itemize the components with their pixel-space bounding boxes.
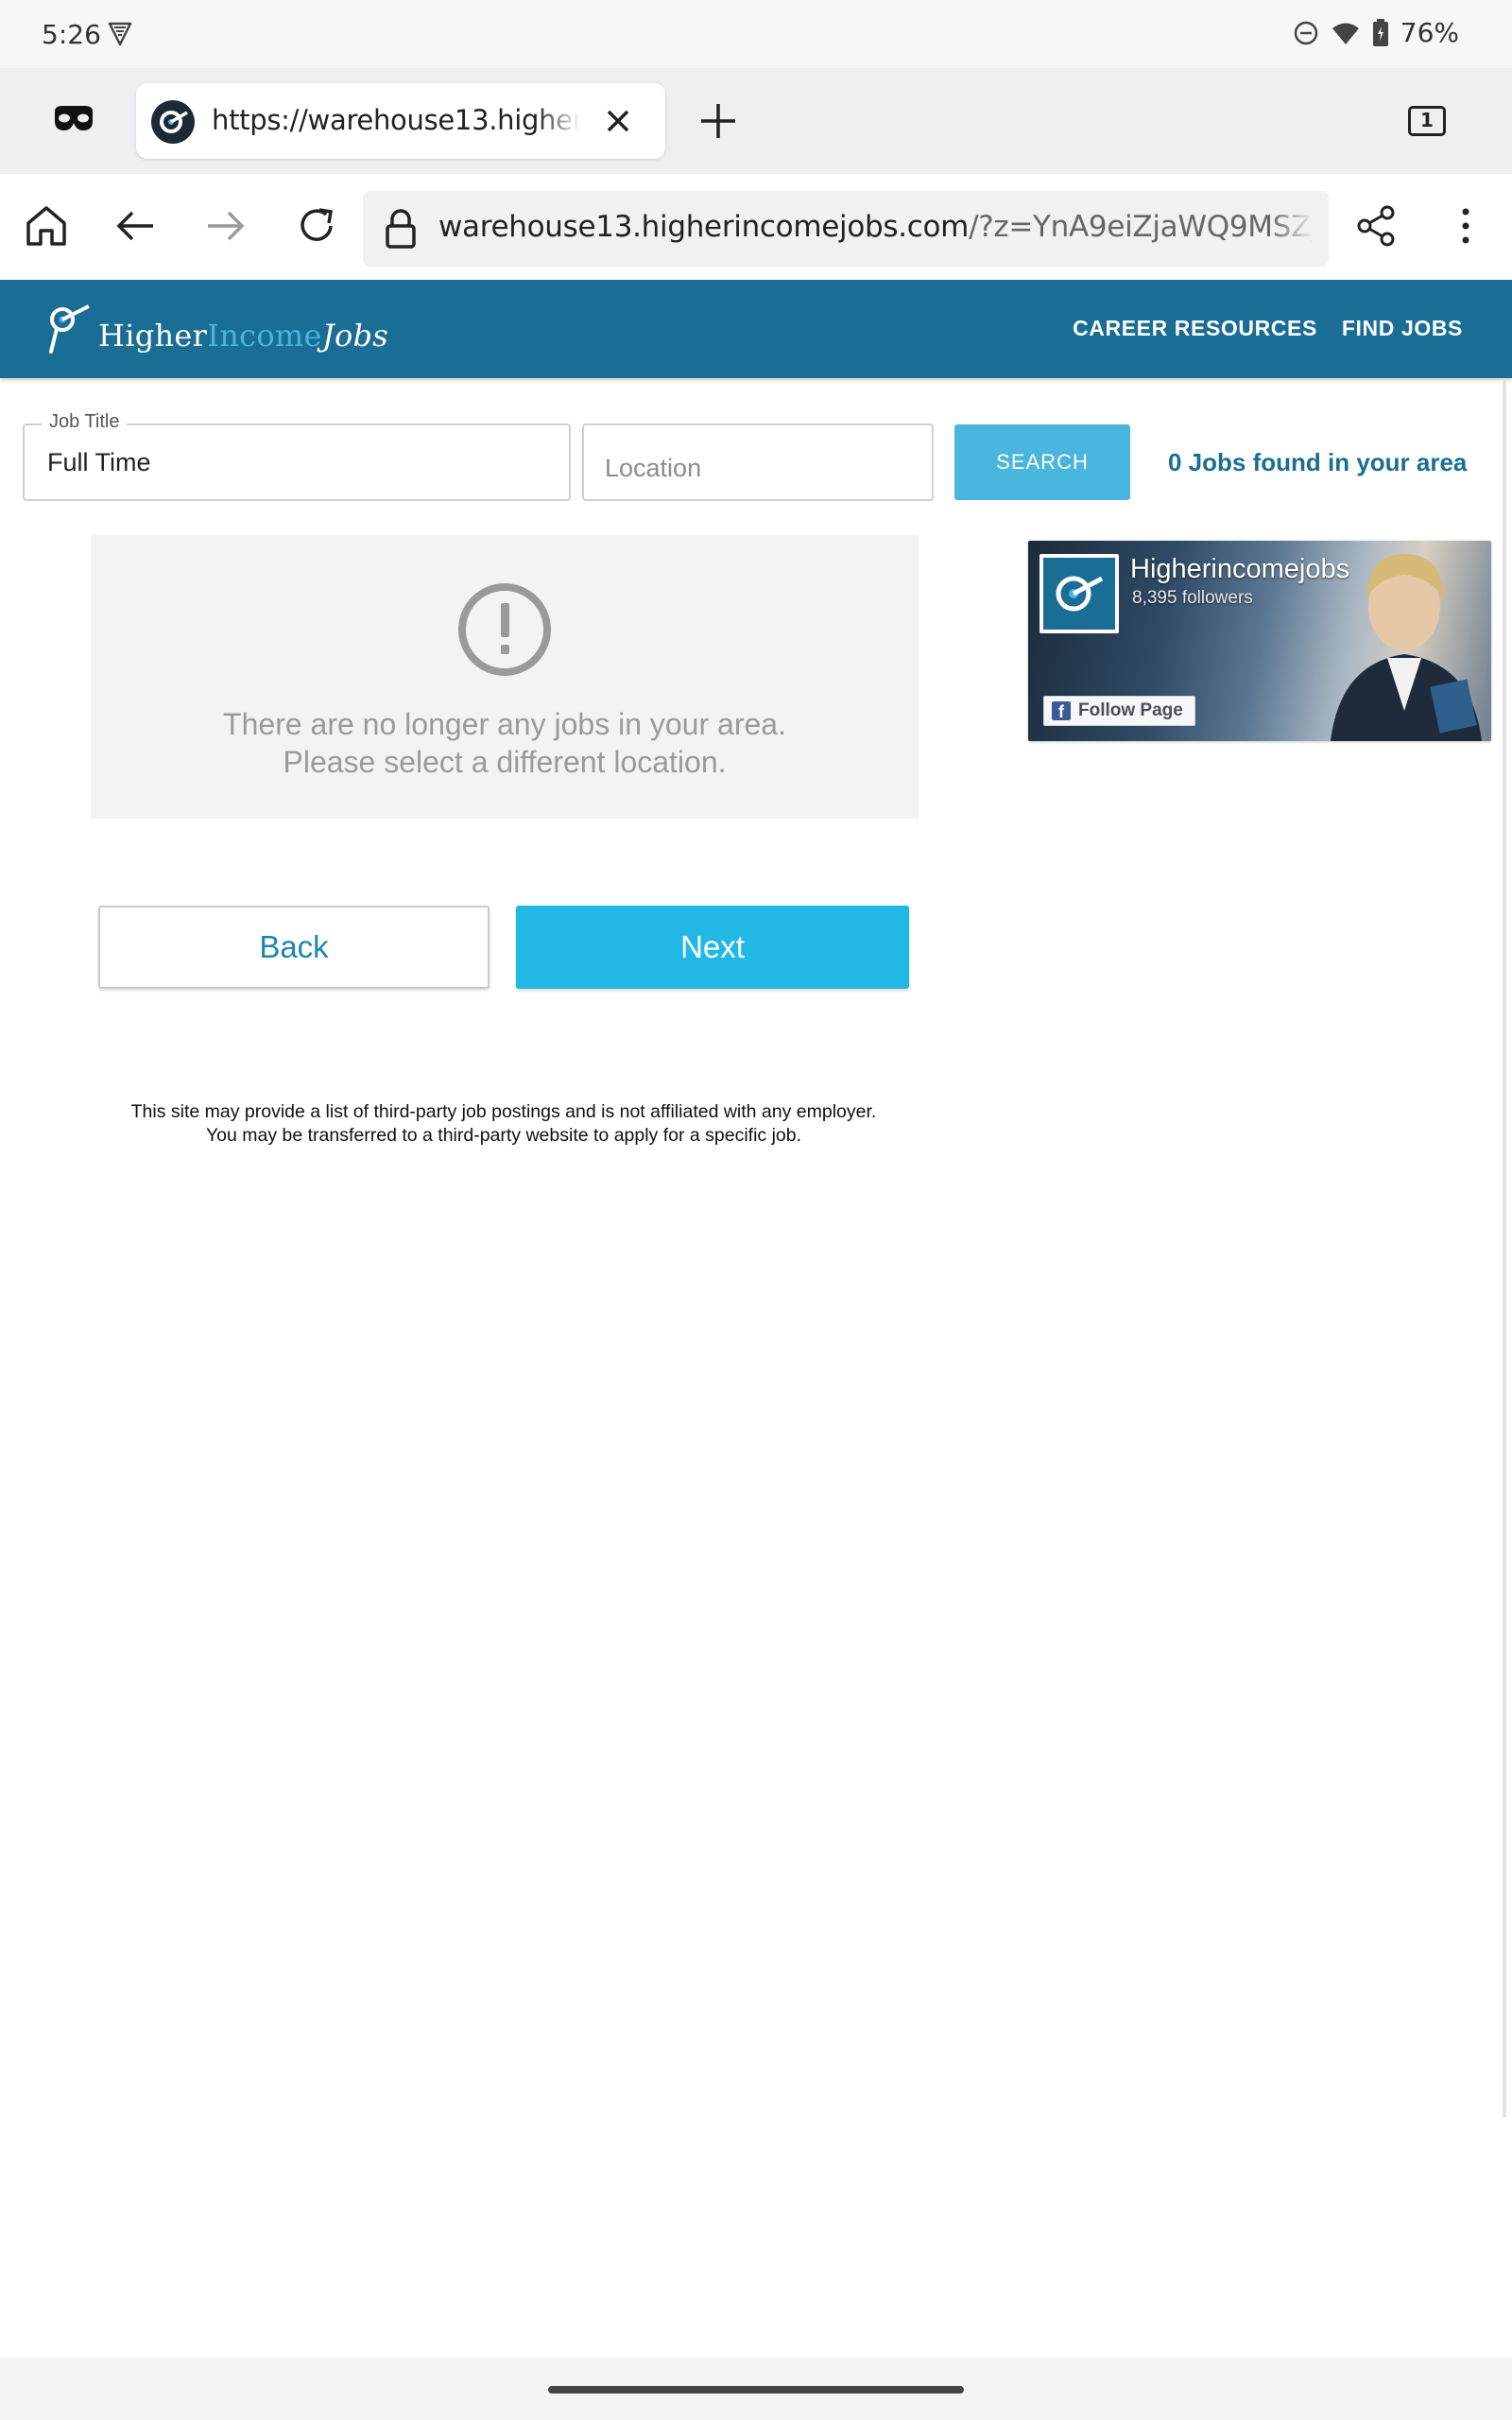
nav-find-jobs[interactable]: FIND JOBS xyxy=(1342,316,1463,341)
more-vert-icon[interactable] xyxy=(1442,202,1489,250)
home-gesture-pill[interactable] xyxy=(548,2386,964,2394)
system-nav-bar xyxy=(0,2358,1512,2420)
fb-follow-button[interactable]: f Follow Page xyxy=(1043,696,1195,726)
battery-percent: 76% xyxy=(1400,17,1459,48)
exclamation-circle-icon xyxy=(458,583,551,676)
back-button[interactable]: Back xyxy=(98,906,490,989)
job-title-field[interactable]: Job Title Full Time xyxy=(23,411,571,501)
next-button[interactable]: Next xyxy=(516,906,909,989)
home-icon[interactable] xyxy=(23,202,70,250)
plus-icon[interactable] xyxy=(697,100,739,142)
back-arrow-icon[interactable] xyxy=(112,202,159,250)
fb-followers: 8,395 followers xyxy=(1132,588,1253,608)
browser-tab[interactable]: https://warehouse13.higherincomejobs xyxy=(136,83,665,159)
fb-follow-label: Follow Page xyxy=(1078,700,1183,720)
address-bar[interactable]: warehouse13.higherincomejobs.com/?z=YnA9… xyxy=(363,191,1329,267)
logo-mark-icon xyxy=(49,304,90,354)
location-field[interactable]: Location xyxy=(582,424,934,501)
notice-line-1: There are no longer any jobs in your are… xyxy=(223,707,786,741)
share-icon[interactable] xyxy=(1353,202,1400,250)
tab-title: https://warehouse13.higherincomejobs xyxy=(212,104,580,136)
fb-page-name[interactable]: Higherincomejobs xyxy=(1130,554,1349,585)
location-input[interactable]: Location xyxy=(605,454,701,483)
browser-toolbar: warehouse13.higherincomejobs.com/?z=YnA9… xyxy=(0,174,1512,280)
page-scrollbar[interactable] xyxy=(1503,378,1506,2118)
wifi-icon xyxy=(1332,23,1359,44)
status-bar: 5:26 76% xyxy=(0,0,1512,68)
forward-arrow-icon[interactable] xyxy=(202,202,249,250)
url-text: warehouse13.higherincomejobs.com/?z=YnA9… xyxy=(438,210,1314,244)
tab-count-icon[interactable]: 1 xyxy=(1408,106,1446,136)
disclaimer-text: This site may provide a list of third-pa… xyxy=(130,1101,877,1146)
site-favicon xyxy=(151,100,195,144)
close-icon[interactable] xyxy=(597,100,639,142)
battery-icon xyxy=(1372,18,1388,46)
no-jobs-notice: There are no longer any jobs in your are… xyxy=(91,535,919,819)
nav-career-resources[interactable]: CAREER RESOURCES xyxy=(1073,316,1317,341)
tab-strip: https://warehouse13.higherincomejobs 1 xyxy=(0,68,1512,174)
status-time: 5:26 xyxy=(42,19,101,50)
dnd-icon xyxy=(1294,21,1318,44)
search-button[interactable]: SEARCH xyxy=(954,424,1130,500)
facebook-page-widget[interactable]: Higherincomejobs 8,395 followers f Follo… xyxy=(1028,541,1491,741)
site-logo[interactable]: HigherIncomeJobs xyxy=(45,301,388,357)
job-title-label: Job Title xyxy=(42,411,128,433)
job-title-input[interactable]: Full Time xyxy=(47,448,151,477)
notice-text: There are no longer any jobs in your are… xyxy=(91,705,919,781)
notice-line-2: Please select a different location. xyxy=(283,745,727,779)
incognito-icon[interactable] xyxy=(53,104,94,132)
fb-page-logo xyxy=(1040,554,1119,633)
facebook-icon: f xyxy=(1052,701,1071,721)
site-nav: CAREER RESOURCES FIND JOBS xyxy=(1073,316,1463,341)
url-host: warehouse13.higherincomejobs.com xyxy=(438,210,970,244)
jobs-found-count: 0 Jobs found in your area xyxy=(1168,448,1468,476)
logo-text: HigherIncomeJobs xyxy=(98,318,389,354)
vpn-shield-icon xyxy=(108,22,132,46)
reload-icon[interactable] xyxy=(293,202,340,250)
site-header: HigherIncomeJobs CAREER RESOURCES FIND J… xyxy=(0,280,1512,378)
status-icons: 76% xyxy=(1293,17,1459,48)
lock-icon[interactable] xyxy=(382,208,420,250)
url-path: /?z=YnA9eiZjaWQ9MSZjcGFnZT1 xyxy=(969,210,1314,244)
